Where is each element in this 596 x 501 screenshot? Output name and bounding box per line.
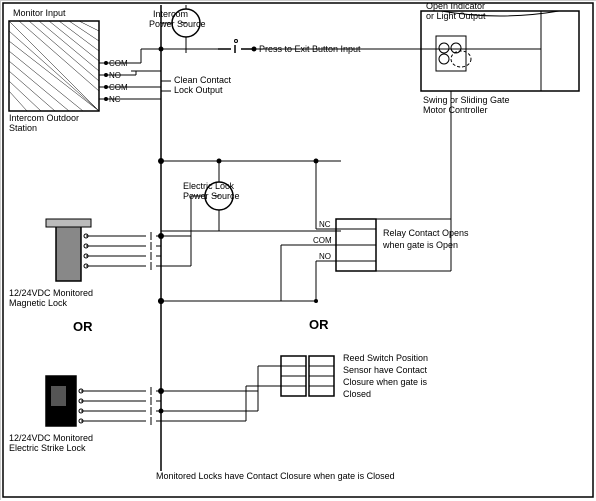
svg-text:12/24VDC Monitored: 12/24VDC Monitored [9,433,93,443]
svg-text:Clean Contact: Clean Contact [174,75,232,85]
svg-text:Monitored Locks have Contact C: Monitored Locks have Contact Closure whe… [156,471,395,481]
svg-text:OR: OR [73,319,93,334]
svg-text:Power Source: Power Source [149,19,206,29]
svg-text:Motor Controller: Motor Controller [423,105,488,115]
svg-text:COM: COM [313,236,332,245]
svg-text:Intercom Outdoor: Intercom Outdoor [9,113,79,123]
svg-text:Intercom: Intercom [153,9,188,19]
svg-text:Swing or Sliding Gate: Swing or Sliding Gate [423,95,510,105]
svg-text:NO: NO [319,252,331,261]
svg-text:Sensor have Contact: Sensor have Contact [343,365,428,375]
svg-text:Electric Lock: Electric Lock [183,181,235,191]
svg-text:NC: NC [319,220,331,229]
wiring-diagram: Monitor Input Intercom Outdoor Station C… [0,0,596,500]
svg-text:when gate is Open: when gate is Open [382,240,458,250]
svg-text:Electric Strike Lock: Electric Strike Lock [9,443,86,453]
svg-text:Open Indicator: Open Indicator [426,1,485,11]
svg-text:Closed: Closed [343,389,371,399]
svg-text:Monitor Input: Monitor Input [13,8,66,18]
svg-text:OR: OR [309,317,329,332]
svg-text:Closure when gate is: Closure when gate is [343,377,428,387]
svg-text:Station: Station [9,123,37,133]
svg-text:Lock Output: Lock Output [174,85,223,95]
svg-text:Relay Contact Opens: Relay Contact Opens [383,228,469,238]
svg-text:12/24VDC Monitored: 12/24VDC Monitored [9,288,93,298]
svg-text:or Light Output: or Light Output [426,11,486,21]
svg-text:Magnetic Lock: Magnetic Lock [9,298,68,308]
svg-text:Reed Switch Position: Reed Switch Position [343,353,428,363]
